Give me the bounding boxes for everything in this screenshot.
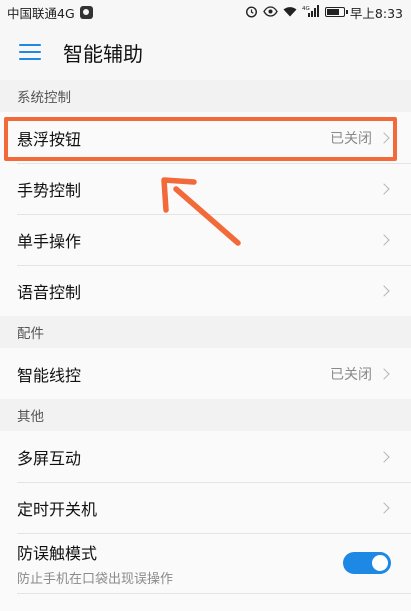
list-item-smart-wire-control[interactable]: 智能线控 已关闭	[0, 348, 411, 399]
status-bar: 中国联通4G 4G 早上8:33	[0, 0, 411, 24]
chevron-right-icon	[378, 501, 390, 514]
list-item-gesture-control[interactable]: 手势控制	[0, 163, 411, 214]
signal-icon: 4G	[302, 5, 320, 19]
carrier-label: 中国联通4G	[7, 5, 75, 21]
list-item-scheduled-power[interactable]: 定时开关机	[0, 482, 411, 533]
item-texts: 防误触模式 防止手机在口袋出现误操作	[17, 540, 343, 587]
alarm-icon	[245, 5, 258, 20]
section-header-system-control: 系统控制	[0, 80, 411, 112]
list-item-floating-button[interactable]: 悬浮按钮 已关闭	[0, 112, 411, 163]
carrier-badge-icon	[79, 5, 93, 19]
item-status-value: 已关闭	[330, 130, 372, 147]
status-left: 中国联通4G	[7, 3, 93, 22]
item-label: 悬浮按钮	[17, 129, 82, 149]
battery-icon	[324, 7, 348, 17]
toggle-knob	[372, 555, 388, 571]
network-type-label: 4G	[302, 6, 310, 12]
item-label: 智能线控	[17, 365, 82, 385]
app-bar: 智能辅助	[0, 24, 411, 80]
list-item-partial	[0, 593, 411, 611]
page-title: 智能辅助	[63, 41, 143, 66]
chevron-right-icon	[378, 131, 390, 144]
chevron-right-icon	[378, 284, 390, 297]
section-header-accessories: 配件	[0, 316, 411, 348]
clock-label: 早上8:33	[349, 5, 403, 21]
section-header-other: 其他	[0, 399, 411, 431]
chevron-right-icon	[378, 367, 390, 380]
pocket-mode-toggle[interactable]	[343, 552, 391, 574]
list-item-pocket-mode[interactable]: 防误触模式 防止手机在口袋出现误操作	[0, 533, 411, 593]
item-label: 语音控制	[17, 282, 82, 302]
chevron-right-icon	[378, 233, 390, 246]
list-item-voice-control[interactable]: 语音控制	[0, 265, 411, 316]
status-right: 4G 早上8:33	[245, 3, 403, 22]
item-status-value: 已关闭	[330, 366, 372, 383]
chevron-right-icon	[378, 182, 390, 195]
eye-icon	[263, 5, 278, 19]
item-label: 单手操作	[17, 231, 82, 251]
item-label: 定时开关机	[17, 499, 98, 519]
chevron-right-icon	[378, 450, 390, 463]
item-subtitle: 防止手机在口袋出现误操作	[17, 571, 174, 587]
list-item-one-hand-mode[interactable]: 单手操作	[0, 214, 411, 265]
item-label: 防误触模式	[17, 543, 98, 563]
list-item-multi-screen[interactable]: 多屏互动	[0, 431, 411, 482]
wifi-icon	[283, 6, 297, 19]
item-label: 手势控制	[17, 180, 82, 200]
battery-fill	[326, 9, 339, 15]
item-label: 多屏互动	[17, 448, 82, 468]
hamburger-menu-icon[interactable]	[19, 44, 41, 60]
